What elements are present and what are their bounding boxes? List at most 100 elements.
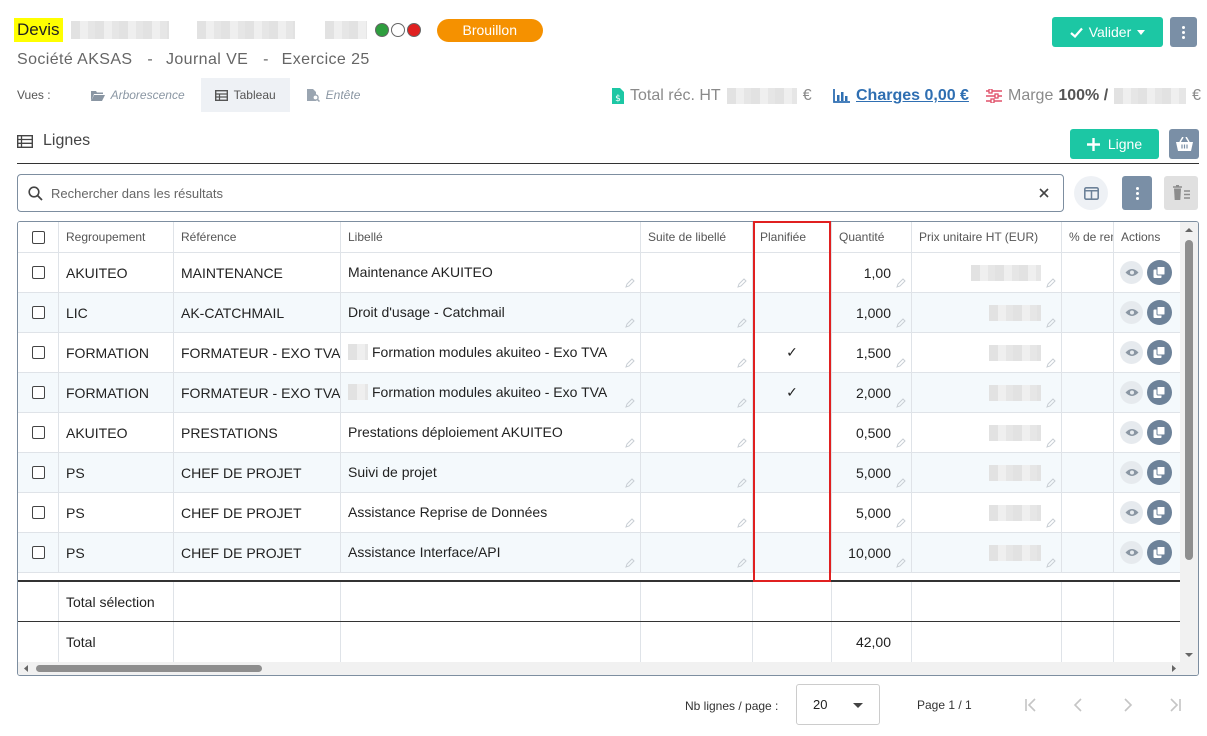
edit-icon[interactable] xyxy=(896,278,906,288)
cell-pct-remise[interactable] xyxy=(1062,533,1114,572)
edit-icon[interactable] xyxy=(1046,478,1056,488)
select-all-checkbox[interactable] xyxy=(31,230,45,244)
column-header-libelle[interactable]: Libellé xyxy=(341,222,641,252)
row-checkbox[interactable] xyxy=(31,426,45,439)
view-line-button[interactable] xyxy=(1120,301,1143,324)
columns-button[interactable] xyxy=(1074,176,1108,210)
duplicate-line-button[interactable] xyxy=(1147,340,1172,365)
cell-suite-de-libelle[interactable] xyxy=(641,253,753,292)
cell-prix-unitaire[interactable] xyxy=(912,253,1062,292)
prev-page-button[interactable] xyxy=(1071,697,1087,713)
cell-reference[interactable]: AK-CATCHMAIL xyxy=(174,293,341,332)
more-options-button[interactable] xyxy=(1170,17,1197,47)
cell-pct-remise[interactable] xyxy=(1062,333,1114,372)
edit-icon[interactable] xyxy=(896,438,906,448)
cell-suite-de-libelle[interactable] xyxy=(641,333,753,372)
edit-icon[interactable] xyxy=(625,398,635,408)
edit-icon[interactable] xyxy=(1046,358,1056,368)
cell-pct-remise[interactable] xyxy=(1062,293,1114,332)
last-page-button[interactable] xyxy=(1167,697,1183,713)
cell-libelle[interactable]: Assistance Interface/API xyxy=(341,533,641,572)
edit-icon[interactable] xyxy=(1046,398,1056,408)
cell-suite-de-libelle[interactable] xyxy=(641,533,753,572)
cell-regroupement[interactable]: PS xyxy=(59,453,174,492)
edit-icon[interactable] xyxy=(737,358,747,368)
cell-pct-remise[interactable] xyxy=(1062,253,1114,292)
add-line-button[interactable]: Ligne xyxy=(1070,129,1159,159)
rows-per-page-select[interactable]: 20 xyxy=(796,684,880,725)
cell-reference[interactable]: FORMATEUR - EXO TVA xyxy=(174,373,341,412)
duplicate-line-button[interactable] xyxy=(1147,260,1172,285)
row-checkbox[interactable] xyxy=(31,506,45,519)
row-checkbox[interactable] xyxy=(31,306,45,319)
charges-link[interactable]: Charges 0,00 € xyxy=(833,85,969,107)
edit-icon[interactable] xyxy=(1046,518,1056,528)
cell-regroupement[interactable]: AKUITEO xyxy=(59,413,174,452)
view-line-button[interactable] xyxy=(1120,261,1143,284)
cell-libelle[interactable]: Suivi de projet xyxy=(341,453,641,492)
column-header-actions[interactable]: Actions xyxy=(1114,222,1182,252)
edit-icon[interactable] xyxy=(737,278,747,288)
column-header-quantite[interactable]: Quantité xyxy=(832,222,912,252)
cell-reference[interactable]: CHEF DE PROJET xyxy=(174,453,341,492)
scroll-left-icon[interactable] xyxy=(20,662,32,675)
edit-icon[interactable] xyxy=(1046,438,1056,448)
cell-suite-de-libelle[interactable] xyxy=(641,453,753,492)
cell-quantite[interactable]: 5,000 xyxy=(832,493,912,532)
validate-button[interactable]: Valider xyxy=(1052,17,1163,47)
view-line-button[interactable] xyxy=(1120,501,1143,524)
cell-pct-remise[interactable] xyxy=(1062,413,1114,452)
cell-prix-unitaire[interactable] xyxy=(912,493,1062,532)
edit-icon[interactable] xyxy=(625,358,635,368)
duplicate-line-button[interactable] xyxy=(1147,420,1172,445)
edit-icon[interactable] xyxy=(737,478,747,488)
cell-prix-unitaire[interactable] xyxy=(912,413,1062,452)
edit-icon[interactable] xyxy=(625,478,635,488)
cell-prix-unitaire[interactable] xyxy=(912,373,1062,412)
cell-quantite[interactable]: 1,00 xyxy=(832,253,912,292)
cell-suite-de-libelle[interactable] xyxy=(641,373,753,412)
edit-icon[interactable] xyxy=(896,358,906,368)
cell-quantite[interactable]: 5,000 xyxy=(832,453,912,492)
scroll-down-icon[interactable] xyxy=(1180,649,1198,661)
cell-libelle[interactable]: Formation modules akuiteo - Exo TVA xyxy=(341,333,641,372)
cell-prix-unitaire[interactable] xyxy=(912,333,1062,372)
edit-icon[interactable] xyxy=(737,518,747,528)
edit-icon[interactable] xyxy=(1046,318,1056,328)
column-header-prix-unitaire-ht[interactable]: Prix unitaire HT (EUR) xyxy=(912,222,1062,252)
row-checkbox[interactable] xyxy=(31,346,45,359)
row-checkbox[interactable] xyxy=(31,386,45,399)
row-checkbox[interactable] xyxy=(31,266,45,279)
edit-icon[interactable] xyxy=(896,518,906,528)
view-tab-arborescence[interactable]: Arborescence xyxy=(81,78,195,112)
cell-suite-de-libelle[interactable] xyxy=(641,493,753,532)
view-tab-tableau[interactable]: Tableau xyxy=(200,78,290,112)
cell-suite-de-libelle[interactable] xyxy=(641,413,753,452)
cell-quantite[interactable]: 1,000 xyxy=(832,293,912,332)
edit-icon[interactable] xyxy=(737,398,747,408)
cell-quantite[interactable]: 1,500 xyxy=(832,333,912,372)
edit-icon[interactable] xyxy=(625,558,635,568)
edit-icon[interactable] xyxy=(737,318,747,328)
cell-reference[interactable]: CHEF DE PROJET xyxy=(174,533,341,572)
edit-icon[interactable] xyxy=(625,438,635,448)
cell-prix-unitaire[interactable] xyxy=(912,533,1062,572)
cell-pct-remise[interactable] xyxy=(1062,373,1114,412)
cell-regroupement[interactable]: FORMATION xyxy=(59,333,174,372)
cell-prix-unitaire[interactable] xyxy=(912,293,1062,332)
edit-icon[interactable] xyxy=(625,278,635,288)
edit-icon[interactable] xyxy=(737,438,747,448)
view-line-button[interactable] xyxy=(1120,421,1143,444)
view-line-button[interactable] xyxy=(1120,381,1143,404)
column-header-regroupement[interactable]: Regroupement xyxy=(59,222,174,252)
cell-libelle[interactable]: Maintenance AKUITEO xyxy=(341,253,641,292)
grid-options-button[interactable] xyxy=(1122,176,1152,210)
edit-icon[interactable] xyxy=(896,478,906,488)
cell-libelle[interactable]: Assistance Reprise de Données xyxy=(341,493,641,532)
cell-regroupement[interactable]: AKUITEO xyxy=(59,253,174,292)
column-header-suite-de-libelle[interactable]: Suite de libellé xyxy=(641,222,753,252)
cell-reference[interactable]: MAINTENANCE xyxy=(174,253,341,292)
edit-icon[interactable] xyxy=(625,318,635,328)
search-input[interactable] xyxy=(51,185,1039,201)
vertical-scrollbar[interactable] xyxy=(1180,222,1198,675)
